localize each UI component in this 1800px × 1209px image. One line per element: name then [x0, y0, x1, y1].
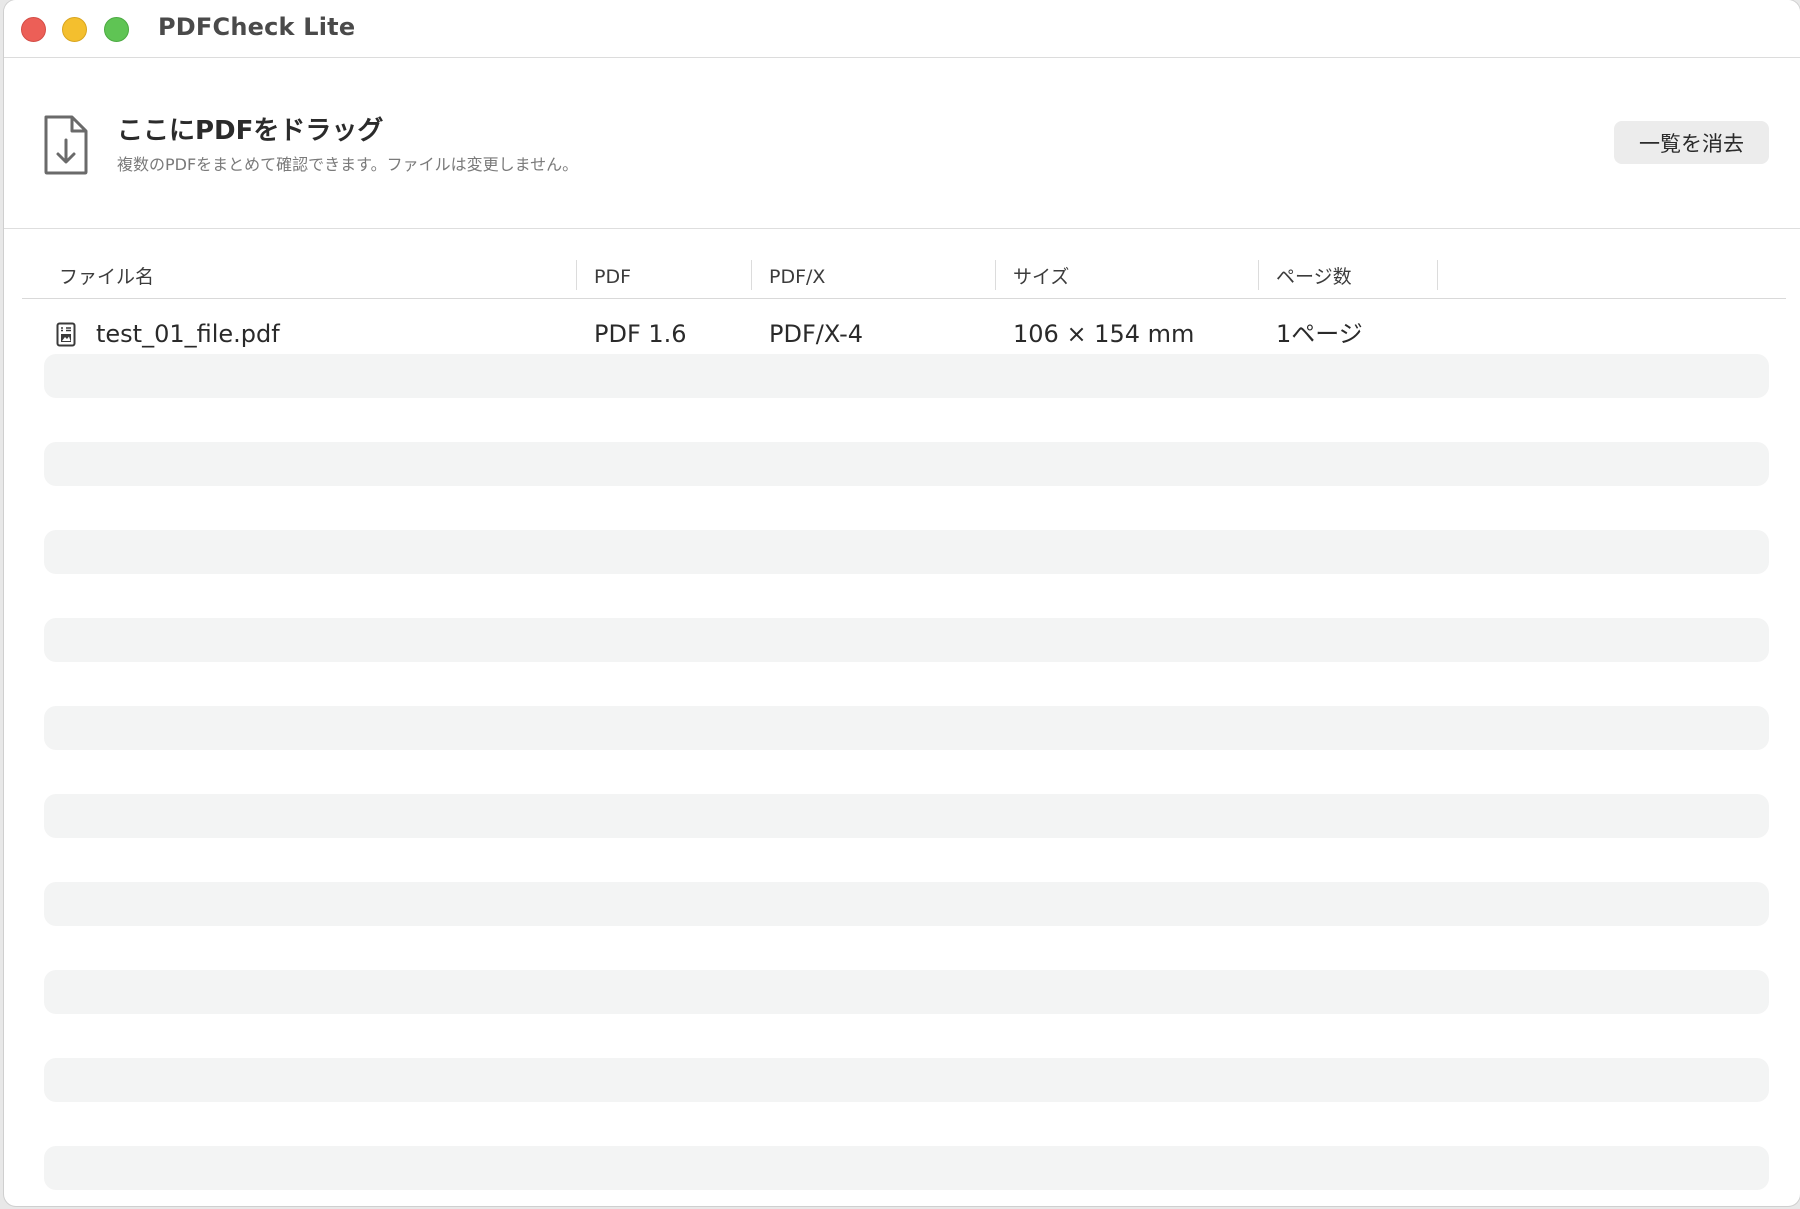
column-divider[interactable]: [1258, 260, 1259, 290]
table-row[interactable]: test_01_file.pdf PDF 1.6 PDF/X-4 106 × 1…: [22, 314, 1786, 354]
empty-row: [44, 882, 1769, 926]
column-divider[interactable]: [751, 260, 752, 290]
empty-row: [44, 1058, 1769, 1102]
pdf-version-cell: PDF 1.6: [594, 320, 687, 348]
column-divider[interactable]: [995, 260, 996, 290]
close-window-button[interactable]: [21, 17, 46, 42]
empty-row: [44, 1146, 1769, 1190]
column-divider[interactable]: [576, 260, 577, 290]
app-window: PDFCheck Lite ここにPDFをドラッグ 複数のPDFをまとめて確認で…: [4, 0, 1800, 1206]
empty-row: [44, 354, 1769, 398]
empty-row: [44, 794, 1769, 838]
drop-zone-title: ここにPDFをドラッグ: [117, 116, 384, 146]
document-download-icon: [44, 115, 88, 175]
empty-row: [44, 706, 1769, 750]
empty-row: [44, 442, 1769, 486]
column-header-pages[interactable]: ページ数: [1276, 262, 1352, 292]
pdf-file-icon: [56, 322, 76, 347]
pdfx-cell: PDF/X-4: [769, 320, 864, 348]
size-cell: 106 × 154 mm: [1013, 320, 1195, 348]
file-table: ファイル名 PDF PDF/X サイズ ページ数 test_01_file.pd…: [22, 254, 1786, 1204]
column-header-pdfx[interactable]: PDF/X: [769, 262, 825, 292]
minimize-window-button[interactable]: [62, 17, 87, 42]
column-header-size[interactable]: サイズ: [1013, 262, 1069, 292]
drop-zone[interactable]: ここにPDFをドラッグ 複数のPDFをまとめて確認できます。ファイルは変更しませ…: [4, 58, 1800, 229]
column-header-filename[interactable]: ファイル名: [59, 262, 154, 292]
table-header: ファイル名 PDF PDF/X サイズ ページ数: [22, 254, 1786, 299]
maximize-window-button[interactable]: [104, 17, 129, 42]
empty-row: [44, 970, 1769, 1014]
titlebar: PDFCheck Lite: [4, 0, 1800, 58]
drop-zone-subtitle: 複数のPDFをまとめて確認できます。ファイルは変更しません。: [117, 155, 579, 174]
empty-row: [44, 618, 1769, 662]
filename-cell: test_01_file.pdf: [96, 320, 280, 348]
window-title: PDFCheck Lite: [158, 13, 356, 41]
column-divider[interactable]: [1437, 260, 1438, 290]
clear-list-button[interactable]: 一覧を消去: [1614, 121, 1769, 164]
pages-cell: 1ページ: [1276, 320, 1363, 348]
column-header-pdf[interactable]: PDF: [594, 262, 631, 292]
empty-row: [44, 530, 1769, 574]
